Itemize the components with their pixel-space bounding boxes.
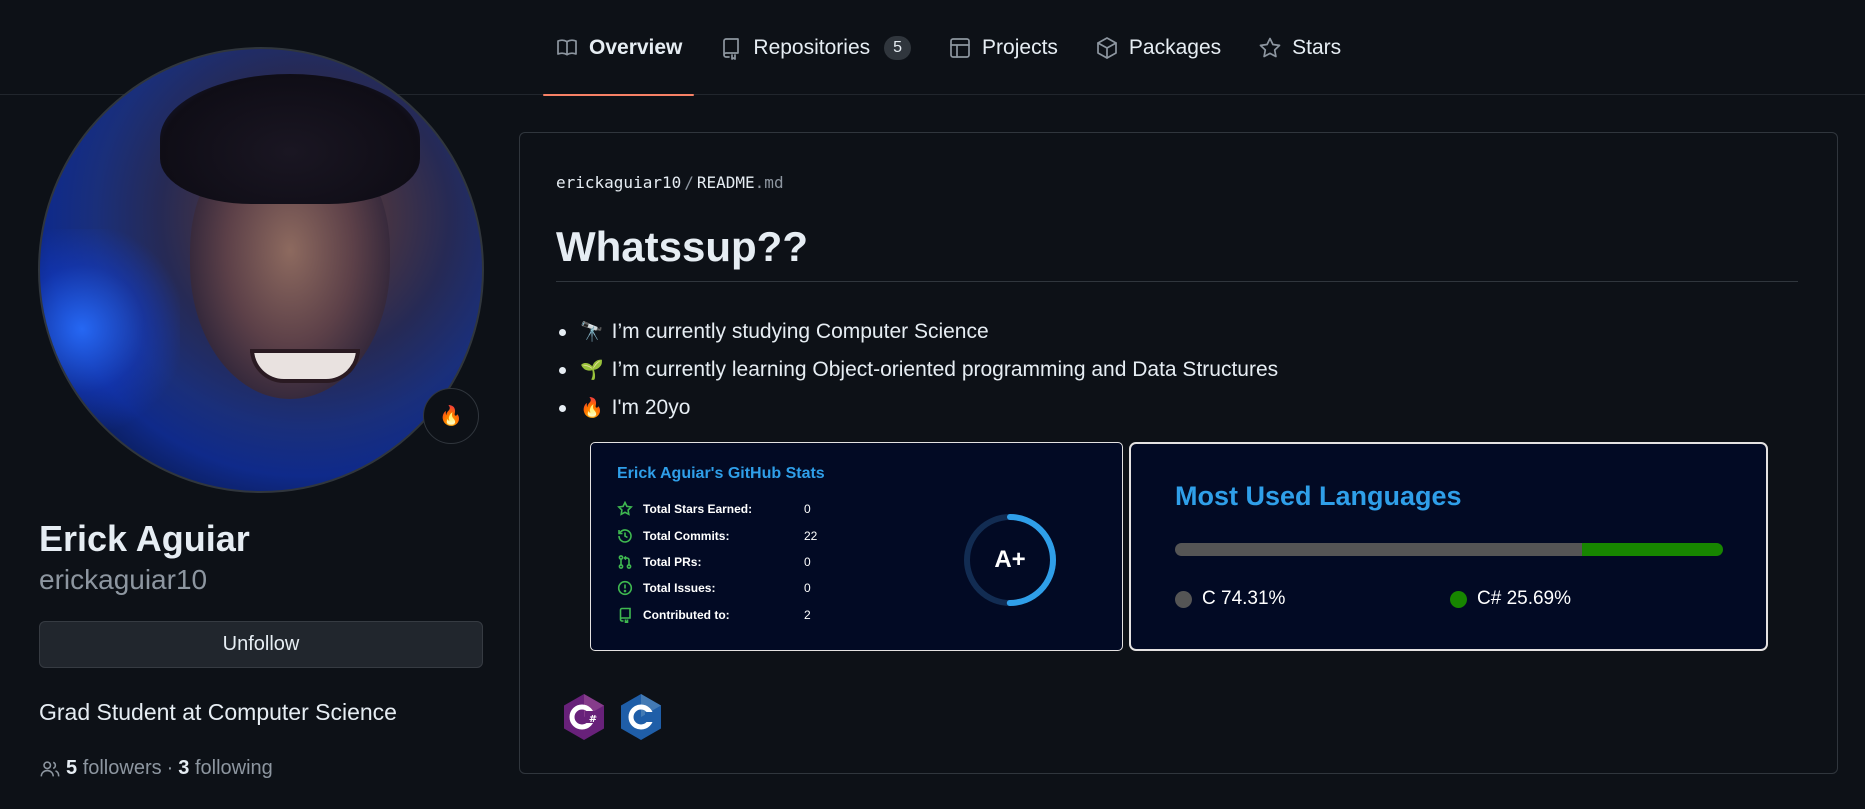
profile-full-name: Erick Aguiar	[39, 518, 250, 559]
list-item: 🌱 I’m currently learning Object-oriented …	[558, 351, 1278, 389]
book-icon	[557, 38, 577, 55]
followers-link[interactable]: 5 followers	[66, 757, 162, 780]
following-link[interactable]: 3 following	[178, 757, 273, 780]
follow-separator: ·	[166, 757, 174, 779]
readme-owner-link[interactable]: erickaguiar10	[556, 173, 681, 192]
package-icon	[1097, 36, 1117, 59]
stats-row: Contributed to: 2	[617, 607, 811, 623]
star-icon	[617, 501, 633, 516]
tab-projects[interactable]: Projects	[936, 0, 1070, 95]
fire-icon: 🔥	[439, 406, 463, 427]
most-used-languages-card[interactable]: Most Used Languages C 74.31% C# 25.69%	[1129, 442, 1768, 651]
tech-icons: #	[562, 693, 663, 741]
seedling-icon: 🌱	[580, 360, 604, 381]
c-icon[interactable]	[619, 693, 663, 741]
profile-bio: Grad Student at Computer Science	[39, 699, 397, 725]
stats-row: Total Stars Earned: 0	[617, 501, 811, 517]
rank-grade: A+	[994, 546, 1026, 573]
avatar[interactable]	[38, 47, 484, 493]
telescope-icon: 🔭	[580, 322, 604, 343]
github-stats-card[interactable]: Erick Aguiar's GitHub Stats Total Stars …	[590, 442, 1123, 651]
profile-username: erickaguiar10	[39, 564, 208, 595]
unfollow-button[interactable]: Unfollow	[39, 621, 483, 668]
language-color-dot	[1450, 590, 1467, 608]
language-legend-item: C# 25.69%	[1450, 588, 1571, 610]
fire-icon: 🔥	[580, 398, 604, 419]
stats-row: Total PRs: 0	[617, 554, 811, 570]
repo-icon	[619, 607, 631, 623]
tab-repositories-label: Repositories	[753, 35, 871, 59]
tab-packages[interactable]: Packages	[1083, 0, 1233, 95]
readme-list: 🔭 I’m currently studying Computer Science…	[558, 313, 1278, 427]
pull-request-icon	[618, 555, 632, 569]
tab-stars-label: Stars	[1292, 35, 1342, 59]
readme-file-link[interactable]: README.md	[697, 173, 784, 192]
tab-repositories[interactable]: Repositories 5	[707, 0, 923, 95]
list-item: 🔥 I'm 20yo	[558, 389, 1278, 427]
tab-projects-label: Projects	[982, 35, 1058, 59]
history-icon	[618, 529, 632, 543]
people-icon	[40, 760, 60, 776]
csharp-icon[interactable]: #	[562, 693, 606, 741]
follow-stats: 5 followers · 3 following	[39, 757, 273, 780]
tab-overview-label: Overview	[589, 35, 683, 59]
languages-card-title: Most Used Languages	[1175, 481, 1462, 511]
language-bar-segment-c	[1175, 543, 1583, 556]
language-color-dot	[1175, 590, 1192, 608]
tabs: Overview Repositories 5 Projects Package…	[543, 0, 1366, 96]
language-bar-segment-csharp	[1582, 543, 1723, 556]
readme-heading: Whatssup??	[556, 223, 1798, 282]
tab-overview[interactable]: Overview	[543, 0, 695, 96]
tab-packages-label: Packages	[1128, 35, 1222, 59]
table-icon	[950, 37, 970, 58]
list-item: 🔭 I’m currently studying Computer Science	[558, 313, 1278, 351]
svg-text:#: #	[589, 714, 597, 725]
status-emoji-button[interactable]: 🔥	[423, 388, 479, 444]
readme-box: erickaguiar10/README.md Whatssup?? 🔭 I’m …	[519, 132, 1838, 774]
star-icon	[1259, 37, 1281, 57]
stats-row: Total Commits: 22	[617, 528, 817, 544]
readme-breadcrumb: erickaguiar10/README.md	[556, 173, 784, 192]
issue-icon	[617, 580, 633, 596]
repositories-count-badge: 5	[884, 35, 912, 60]
stats-row: Total Issues: 0	[617, 580, 811, 596]
repo-icon	[723, 37, 740, 60]
language-legend-item: C 74.31%	[1175, 588, 1285, 610]
tab-stars[interactable]: Stars	[1246, 0, 1353, 95]
stats-card-title: Erick Aguiar's GitHub Stats	[617, 465, 825, 482]
language-progress-bar	[1175, 543, 1723, 556]
